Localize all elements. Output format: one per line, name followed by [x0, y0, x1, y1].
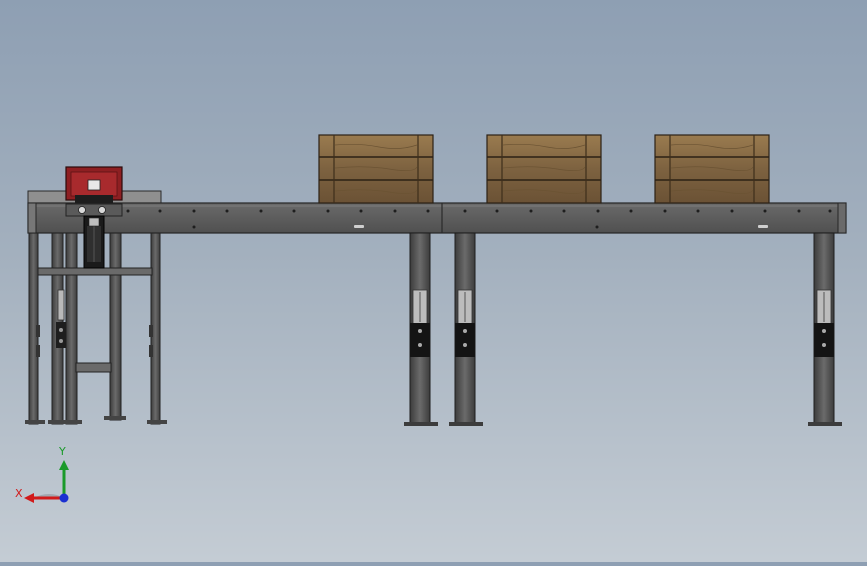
- bracket: [36, 325, 40, 337]
- pulley: [78, 206, 86, 214]
- axis-x-label: X: [15, 487, 23, 500]
- leg-foot: [48, 420, 82, 424]
- label-plate: [758, 225, 768, 228]
- leg-foot: [404, 422, 438, 426]
- motor-mount: [75, 195, 113, 203]
- support-leg-assembly: [449, 232, 483, 426]
- support-leg: [65, 215, 78, 425]
- drive-bracket: [65, 203, 123, 217]
- cross-brace: [37, 267, 153, 276]
- crate: [654, 134, 770, 204]
- axis-triad: Y X: [15, 445, 69, 503]
- motor-nameplate: [87, 179, 101, 191]
- conveyor-assembly-drawing: Y X: [15, 134, 847, 503]
- support-leg-assembly: [404, 232, 438, 426]
- height-adjust-clamp: [814, 323, 834, 357]
- support-leg: [109, 215, 122, 421]
- cross-brace: [75, 362, 112, 373]
- leg-foot: [808, 422, 842, 426]
- height-adjust-clamp: [410, 323, 430, 357]
- crate: [486, 134, 602, 204]
- height-adjust-clamp: [56, 322, 66, 348]
- bracket: [149, 345, 153, 357]
- bracket: [149, 325, 153, 337]
- support-leg-assembly: [808, 232, 842, 426]
- leg-foot: [104, 416, 126, 420]
- crate: [318, 134, 434, 204]
- leg-foot: [449, 422, 483, 426]
- pulley: [98, 206, 106, 214]
- beam-end-cap: [27, 202, 37, 234]
- conveyor-beam: [27, 202, 847, 234]
- leg-foot: [25, 420, 45, 424]
- axis-y-label: Y: [58, 445, 66, 458]
- leg-foot: [147, 420, 167, 424]
- axis-z-dot-icon: [59, 493, 69, 503]
- adjust-screw: [57, 289, 65, 321]
- beam-end-cap: [837, 202, 847, 234]
- cad-viewport[interactable]: Y X: [0, 0, 867, 562]
- label-plate: [354, 225, 364, 228]
- bracket: [36, 345, 40, 357]
- height-adjust-clamp: [455, 323, 475, 357]
